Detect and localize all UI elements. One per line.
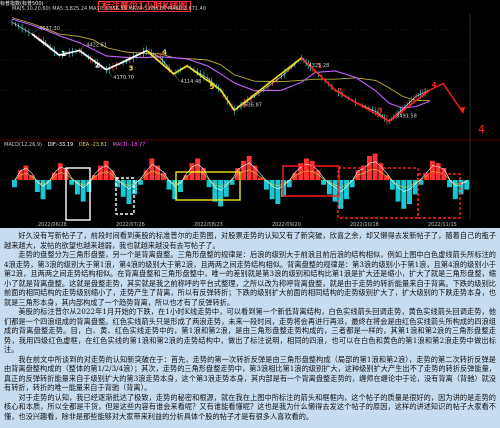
price-anno-0: 4637.30 xyxy=(39,26,60,32)
price-anno-leader-2 xyxy=(79,44,86,51)
macd-dea: DEA:-23.81 xyxy=(78,142,107,148)
macd-dif: DIF:-33.19 xyxy=(47,142,74,148)
wave-label-6: 2 xyxy=(337,87,342,95)
price-anno-leader-0 xyxy=(32,28,39,35)
article-paragraph-5: 对于走势的认知，我已经逐渐抵达了极致，走势的秘密和根源，就在我在上图中所标注的箭… xyxy=(4,392,496,421)
macd-bar-54 xyxy=(321,180,327,185)
kline-chart-panel: 1 2 3 4 5 1 2 3 4 4 4637.30 4170.70 4422.61 4114.48 36… xyxy=(0,0,500,228)
price-anno-leader-3 xyxy=(173,73,180,82)
price-anno-3: 4114.48 xyxy=(181,79,202,85)
macd-bar-66 xyxy=(389,180,395,190)
article-paragraph-3: 美股的标注普尔从2022年1月开始的下跌，在1小时K线走势中，可以看到第一个新低… xyxy=(4,307,496,354)
macd-bar-17 xyxy=(109,170,115,180)
ma-readout: MA(5,10,20,60) MA5:3,825.24 MA10:3,856.5… xyxy=(12,6,207,12)
macd-bar-58 xyxy=(344,180,349,200)
macd-bar-20 xyxy=(126,180,132,204)
wave-label-4: 5 xyxy=(209,83,214,91)
article-paragraph-1: 好久没有写新帖子了，前段时间看到美股的标准普尔的走势图，对股票走势的认知又有了新… xyxy=(4,231,496,250)
wave-label-2: 3 xyxy=(129,64,134,72)
macd-bar-68 xyxy=(401,180,407,209)
macd-bar-74 xyxy=(435,163,441,180)
article-paragraph-4: 我在前文中所谈到的对走势的认知新突破在于：首先，走势的第一次转折反弹是由三角形盘… xyxy=(4,354,496,393)
macd-bar-8 xyxy=(57,163,63,180)
price-line xyxy=(11,21,430,122)
macd-bar-36 xyxy=(218,180,224,207)
ma-fast-line xyxy=(11,18,430,109)
wave-label-0: 1 xyxy=(61,50,66,58)
macd-value: MACD:-18.77 xyxy=(112,142,146,148)
kline-chart: 12 345123444637.304170.704422.614114.4836… xyxy=(0,14,500,228)
macd-bar-2 xyxy=(23,165,29,180)
wave-label-7: 3 xyxy=(378,106,383,114)
macd-bar-67 xyxy=(395,180,401,202)
macd-bar-29 xyxy=(178,180,183,192)
macd-bar-48 xyxy=(286,180,292,188)
macd-bar-51 xyxy=(303,158,309,180)
macd-bar-63 xyxy=(372,153,378,180)
macd-bar-27 xyxy=(166,180,172,190)
article-body: 好久没有写新帖子了，前段时间看到美股的标准普尔的走势图，对股票走势的认知又有了新… xyxy=(0,228,500,428)
macd-bar-69 xyxy=(407,180,412,204)
macd-bar-59 xyxy=(349,180,355,188)
wave-label-8: 4 xyxy=(432,81,437,89)
macd-bar-5 xyxy=(40,180,46,200)
macd-bar-24 xyxy=(149,158,155,180)
macd-bar-73 xyxy=(429,160,435,180)
projection-wave-label: 4 xyxy=(478,123,485,136)
wave-label-3: 4 xyxy=(162,49,167,57)
macd-bar-12 xyxy=(80,180,86,202)
macd-bar-16 xyxy=(103,160,109,180)
price-anno-leader-1 xyxy=(106,69,113,78)
price-anno-6: 3491.58 xyxy=(396,113,417,119)
macd-bar-56 xyxy=(332,180,338,202)
macd-bar-52 xyxy=(309,160,315,180)
wave-label-1: 2 xyxy=(95,62,100,70)
macd-bar-46 xyxy=(275,180,281,204)
macd-bar-49 xyxy=(292,172,298,180)
price-anno-1: 4170.70 xyxy=(113,75,134,81)
macd-readout: MACD(12,26,9) DIF:-33.19 DEA:-23.81 MACD… xyxy=(4,142,149,148)
macd-bar-40 xyxy=(241,160,246,180)
price-anno-leader-5 xyxy=(301,57,308,66)
price-anno-4: 3636.87 xyxy=(241,102,262,108)
macd-bar-0 xyxy=(12,180,17,188)
article-paragraph-2: 走势的盘整分为三角形盘整，另一个是背离盘整。三角形盘整的规律是：后浪的级别大于前… xyxy=(4,250,496,307)
macd-bar-53 xyxy=(315,170,321,180)
macd-bar-32 xyxy=(195,158,201,180)
macd-bar-44 xyxy=(263,180,269,190)
macd-bar-34 xyxy=(206,180,212,188)
macd-bar-10 xyxy=(69,180,75,185)
yellow-wave-path xyxy=(146,50,303,112)
price-anno-5: 4325.28 xyxy=(309,63,330,69)
macd-bar-64 xyxy=(378,163,384,180)
macd-bar-30 xyxy=(183,175,189,180)
price-anno-2: 4422.61 xyxy=(86,43,107,49)
macd-bar-41 xyxy=(246,156,252,180)
macd-label: MACD(12,26,9) xyxy=(4,142,42,148)
